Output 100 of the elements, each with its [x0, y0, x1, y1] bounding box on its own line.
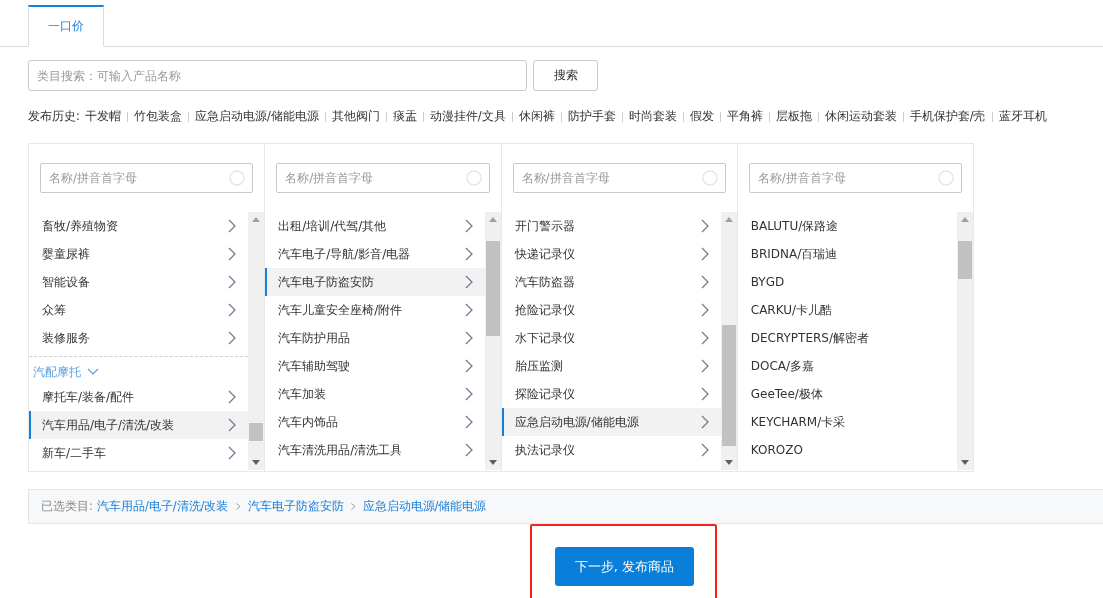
scrollbar[interactable] — [248, 212, 265, 470]
search-icon — [701, 170, 718, 186]
scrollbar-thumb[interactable] — [249, 423, 264, 442]
category-item[interactable]: 汽车用品/电子/清洗/改装 — [29, 411, 249, 439]
category-item[interactable]: 抢险记录仪 — [501, 296, 721, 324]
scrollbar-thumb[interactable] — [485, 240, 500, 337]
chevron-right-icon — [464, 219, 473, 233]
chevron-right-icon — [700, 331, 709, 345]
chevron-right-icon — [700, 359, 709, 373]
category-item[interactable]: 新车/二手车 — [29, 439, 249, 467]
filter-field[interactable]: 名称/拼音首字母 — [748, 163, 962, 193]
chevron-right-icon — [464, 331, 473, 345]
category-item[interactable]: 汽车电子防盗安防 — [265, 268, 485, 296]
chevron-right-icon — [700, 275, 709, 289]
history-link[interactable]: 干发帽 — [84, 109, 121, 124]
category-item[interactable]: 婴童尿裤 — [29, 240, 249, 268]
next-button[interactable]: 下一步, 发布商品 — [555, 547, 694, 586]
history-link[interactable]: 动漫挂件/文具 — [429, 109, 506, 124]
chevron-right-icon — [228, 446, 237, 460]
category-item[interactable]: 众筹 — [29, 296, 249, 324]
chevron-right-icon — [700, 415, 709, 429]
filter-field[interactable]: 名称/拼音首字母 — [40, 163, 254, 193]
category-item[interactable]: 汽车防盗器 — [501, 268, 721, 296]
scroll-down-icon[interactable] — [252, 460, 261, 465]
chevron-right-icon — [228, 275, 237, 289]
category-item[interactable]: GeeTee/极体 — [737, 380, 957, 408]
category-item[interactable]: KOROZO — [737, 436, 957, 464]
history-link[interactable]: 休闲裤 — [518, 109, 555, 124]
path-link[interactable]: 汽车电子防盗安防 — [247, 499, 344, 514]
chevron-right-icon — [228, 219, 237, 233]
search-icon — [229, 170, 246, 186]
scrollbar-thumb[interactable] — [958, 240, 972, 280]
chevron-right-icon — [700, 387, 709, 401]
history-link[interactable]: 休闲运动套装 — [824, 109, 897, 124]
category-item[interactable]: 汽车辅助驾驶 — [265, 352, 485, 380]
tab[interactable]: 一口价 — [28, 5, 104, 47]
scroll-down-icon[interactable] — [488, 460, 497, 465]
chevron-right-icon — [228, 303, 237, 317]
chevron-right-icon — [464, 359, 473, 373]
chevron-right-icon — [228, 390, 237, 404]
chevron-right-icon — [464, 303, 473, 317]
filter-field[interactable]: 名称/拼音首字母 — [512, 163, 726, 193]
category-item[interactable]: 汽车内饰品 — [265, 408, 485, 436]
history-link[interactable]: 假发 — [689, 109, 714, 124]
history-link[interactable]: 痰盂 — [392, 109, 417, 124]
category-item[interactable]: 汽车加装 — [265, 380, 485, 408]
category-item[interactable]: 探险记录仪 — [501, 380, 721, 408]
history-link[interactable]: 竹包装盒 — [133, 109, 182, 124]
scroll-down-icon[interactable] — [724, 460, 733, 465]
category-item[interactable]: 出租/培训/代驾/其他 — [265, 212, 485, 240]
chevron-right-icon — [464, 443, 473, 457]
category-item[interactable]: KEYCHARM/卡采 — [737, 408, 957, 436]
category-item[interactable]: 装修服务 — [29, 324, 249, 352]
scroll-up-icon[interactable] — [488, 217, 497, 222]
category-item[interactable]: BYGD — [737, 268, 957, 296]
category-item[interactable]: 胎压监测 — [501, 352, 721, 380]
search-icon — [465, 170, 482, 186]
category-item[interactable]: 应急启动电源/储能电源 — [501, 408, 721, 436]
category-item[interactable]: BALUTU/保路途 — [737, 212, 957, 240]
history-link[interactable]: 手机保护套/壳 — [909, 109, 986, 124]
history-link[interactable]: 其他阀门 — [331, 109, 380, 124]
history-link[interactable]: 层板拖 — [775, 109, 812, 124]
search-icon — [938, 170, 954, 186]
history-link[interactable]: 平角裤 — [726, 109, 763, 124]
category-item[interactable]: 汽车电子/导航/影音/电器 — [265, 240, 485, 268]
scrollbar[interactable] — [484, 212, 501, 470]
category-item[interactable]: DECRYPTERS/解密者 — [737, 324, 957, 352]
history-link[interactable]: 防护手套 — [567, 109, 616, 124]
filter-field[interactable]: 名称/拼音首字母 — [276, 163, 490, 193]
category-item[interactable]: 汽车儿童安全座椅/附件 — [265, 296, 485, 324]
search-button[interactable]: 搜索 — [533, 60, 598, 91]
category-item[interactable]: CARKU/卡儿酷 — [737, 296, 957, 324]
scrollbar[interactable] — [720, 212, 737, 470]
category-item[interactable]: 开门警示器 — [501, 212, 721, 240]
category-item[interactable]: BRIDNA/百瑞迪 — [737, 240, 957, 268]
chevron-right-icon — [228, 331, 237, 345]
history-link[interactable]: 应急启动电源/储能电源 — [194, 109, 319, 124]
scroll-down-icon[interactable] — [961, 460, 969, 465]
chevron-right-icon — [700, 303, 709, 317]
scroll-up-icon[interactable] — [252, 217, 261, 222]
category-item[interactable]: 智能设备 — [29, 268, 249, 296]
search-field[interactable]: 类目搜索：可输入产品名称 — [28, 60, 527, 91]
category-item[interactable]: DOCA/多嘉 — [737, 352, 957, 380]
scroll-up-icon[interactable] — [961, 217, 969, 222]
history-label: 发布历史: — [28, 109, 80, 124]
history-link[interactable]: 时尚套装 — [628, 109, 677, 124]
path-link[interactable]: 汽车用品/电子/清洗/改装 — [96, 499, 229, 514]
path-link[interactable]: 应急启动电源/储能电源 — [362, 499, 487, 514]
category-item[interactable]: 水下记录仪 — [501, 324, 721, 352]
history-link[interactable]: 蓝牙耳机 — [998, 109, 1047, 124]
category-item[interactable]: 汽车清洗用品/清洗工具 — [265, 436, 485, 464]
category-item[interactable]: 汽车防护用品 — [265, 324, 485, 352]
category-item[interactable]: 执法记录仪 — [501, 436, 721, 464]
scrollbar-thumb[interactable] — [721, 325, 736, 446]
scrollbar[interactable] — [957, 212, 973, 470]
category-item[interactable]: 快递记录仪 — [501, 240, 721, 268]
scroll-up-icon[interactable] — [724, 217, 733, 222]
chevron-right-icon — [464, 415, 473, 429]
category-item[interactable]: 畜牧/养殖物资 — [29, 212, 249, 240]
category-item[interactable]: 摩托车/装备/配件 — [29, 383, 249, 411]
